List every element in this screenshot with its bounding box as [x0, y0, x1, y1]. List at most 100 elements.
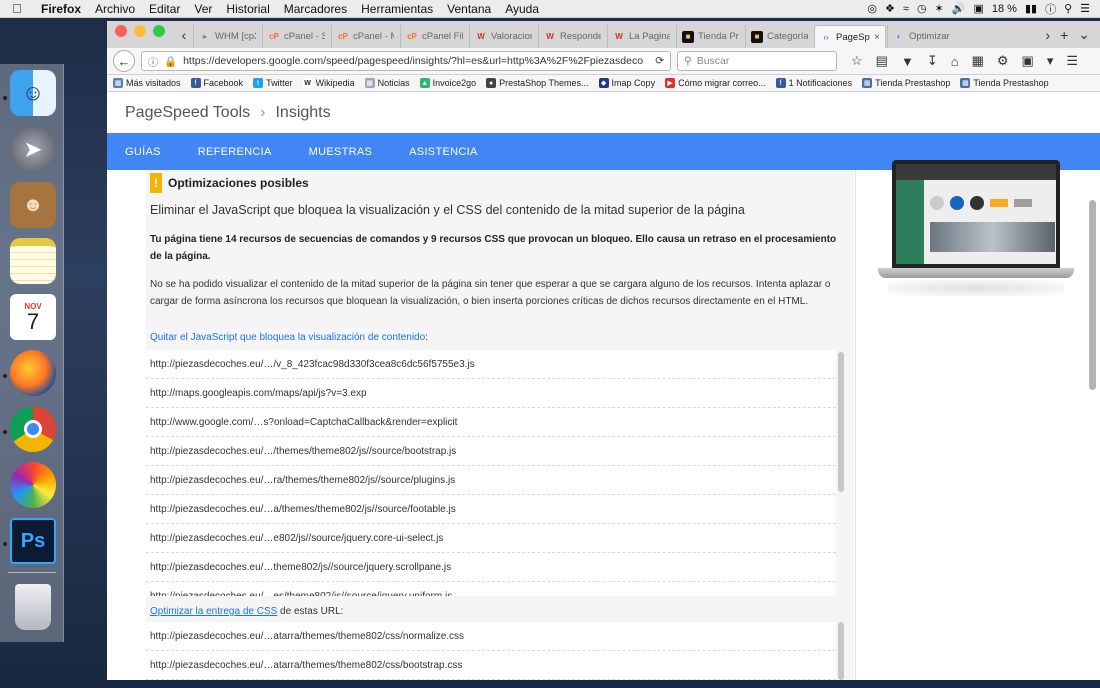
list-item[interactable]: http://piezasdecoches.eu/…ra/themes/them…	[146, 466, 836, 495]
bookmark-mas-visitados[interactable]: ▦ Más visitados	[113, 78, 181, 88]
tab-cpanel-1[interactable]: cPcPanel - Sl	[262, 25, 330, 48]
bookmark-prestashop-themes[interactable]: ● PrestaShop Themes...	[486, 78, 589, 88]
finder-icon[interactable]: ☺	[10, 70, 56, 116]
list-item[interactable]: http://maps.googleapis.com/maps/api/js?v…	[146, 379, 836, 408]
search-placeholder[interactable]: Buscar	[697, 55, 730, 67]
battery-icon[interactable]: ▮▮	[1025, 2, 1037, 15]
optimize-css-link[interactable]: Optimizar la entrega de CSS	[150, 606, 277, 617]
list-item[interactable]: http://piezasdecoches.eu/…theme802/js//s…	[146, 553, 836, 582]
bluetooth-icon[interactable]: ✶	[935, 2, 944, 15]
close-window-button[interactable]	[115, 24, 127, 37]
tab-optimizar[interactable]: ◐ Optimizar	[887, 25, 955, 48]
menu-editar[interactable]: Editar	[142, 2, 187, 16]
bookmark-notificaciones[interactable]: f1 Notificaciones	[775, 78, 852, 88]
bookmark-twitter[interactable]: t Twitter	[253, 78, 293, 88]
tab-la-pagina[interactable]: W La Pagina	[607, 25, 675, 48]
bookmark-invoice2go[interactable]: ▲ Invoice2go	[419, 78, 476, 88]
wifi-icon[interactable]: ≈	[903, 3, 909, 15]
nav-muestras[interactable]: MUESTRAS	[309, 146, 373, 158]
chrome-icon[interactable]	[10, 406, 56, 452]
js-list-scrollbar[interactable]	[838, 350, 844, 596]
back-button[interactable]: ←	[113, 50, 135, 72]
url-text[interactable]: https://developers.google.com/speed/page…	[183, 55, 643, 67]
menu-archivo[interactable]: Archivo	[88, 2, 142, 16]
js-list-scroll-thumb[interactable]	[838, 352, 844, 492]
page-scrollbar-thumb[interactable]	[1089, 200, 1096, 390]
minimize-window-button[interactable]	[134, 24, 146, 37]
css-list-scroll-thumb[interactable]	[838, 622, 844, 680]
nav-asistencia[interactable]: ASISTENCIA	[409, 146, 477, 158]
menu-app-firefox[interactable]: Firefox	[34, 2, 88, 16]
bookmark-tienda-prestashop-1[interactable]: ▦ Tienda Prestashop	[862, 78, 950, 88]
spotlight-icon[interactable]: ⚲	[1064, 2, 1072, 15]
tab-responder[interactable]: WResponder	[538, 25, 606, 48]
css-list-scrollbar[interactable]	[838, 622, 844, 680]
site-info-icon[interactable]: ⓘ	[148, 54, 158, 69]
home-icon[interactable]: ⌂	[951, 54, 959, 69]
list-item[interactable]: http://piezasdecoches.eu/…a/themes/theme…	[146, 495, 836, 524]
tab-valoracion[interactable]: W Valoracion	[469, 25, 537, 48]
extension-2-icon[interactable]: ⚙	[997, 53, 1009, 69]
extension-menu-chevron-icon[interactable]: ▾	[1047, 53, 1054, 69]
menu-herramientas[interactable]: Herramientas	[354, 2, 440, 16]
hamburger-menu-icon[interactable]: ☰	[1066, 53, 1078, 69]
bookmark-tienda-prestashop-2[interactable]: ▦ Tienda Prestashop	[960, 78, 1049, 88]
display-icon[interactable]: ▣	[973, 2, 983, 15]
new-tab-icon[interactable]: +	[1060, 27, 1068, 43]
notification-center-icon[interactable]: ☰	[1080, 2, 1090, 15]
bookmark-wikipedia[interactable]: W Wikipedia	[302, 78, 355, 88]
photos-icon[interactable]	[10, 462, 56, 508]
menu-ayuda[interactable]: Ayuda	[498, 2, 546, 16]
nav-referencia[interactable]: REFERENCIA	[198, 146, 272, 158]
search-bar[interactable]: ⚲ Buscar	[677, 51, 837, 71]
tab-categorias[interactable]: ■Categorías	[745, 25, 813, 48]
menu-ver[interactable]: Ver	[187, 2, 219, 16]
battery-percent[interactable]: 18 %	[992, 3, 1017, 15]
js-url-list[interactable]: http://piezasdecoches.eu/…/v_8_423fcac98…	[146, 350, 836, 596]
tabs-scroll-left-icon[interactable]: ‹	[175, 21, 193, 48]
pocket-icon[interactable]: ▼	[901, 54, 914, 69]
trash-icon[interactable]	[15, 584, 51, 630]
menu-ventana[interactable]: Ventana	[440, 2, 498, 16]
contacts-icon[interactable]: ☻	[10, 182, 56, 228]
download-icon[interactable]: ↧	[927, 53, 938, 69]
url-bar[interactable]: ⓘ 🔒 https://developers.google.com/speed/…	[141, 51, 671, 71]
list-item[interactable]: http://piezasdecoches.eu/…/v_8_423fcac98…	[146, 350, 836, 379]
tab-pagespeed-active[interactable]: ‹› PageSp ×	[814, 25, 886, 48]
time-machine-icon[interactable]: ◷	[917, 2, 927, 15]
apple-menu-icon[interactable]: 	[0, 1, 34, 16]
menu-marcadores[interactable]: Marcadores	[277, 2, 354, 16]
user-icon[interactable]: ⓘ	[1045, 1, 1056, 17]
bookmark-noticias[interactable]: ▦ Noticias	[364, 78, 410, 88]
page-title[interactable]: Insights	[275, 104, 330, 122]
bookmark-facebook[interactable]: f Facebook	[190, 78, 243, 88]
tab-whm[interactable]: ▸ WHM [cp3	[193, 25, 261, 48]
reload-icon[interactable]: ⟳	[655, 55, 664, 67]
list-item[interactable]: http://piezasdecoches.eu/…atarra/themes/…	[146, 622, 836, 651]
calendar-icon[interactable]: NOV 7	[10, 294, 56, 340]
tabs-scroll-right-icon[interactable]: ›	[1045, 27, 1050, 43]
bookmark-migrar-correo[interactable]: ▶ Cómo migrar correo...	[665, 78, 766, 88]
list-item[interactable]: http://piezasdecoches.eu/…/themes/theme8…	[146, 437, 836, 466]
tab-tienda[interactable]: ■Tienda Pre	[676, 25, 744, 48]
remove-blocking-js-link[interactable]: Quitar el JavaScript que bloquea la visu…	[150, 332, 425, 343]
nav-guias[interactable]: GUÍAS	[125, 146, 161, 158]
css-url-list[interactable]: http://piezasdecoches.eu/…atarra/themes/…	[146, 622, 836, 680]
tab-cpanel-3[interactable]: cPcPanel File	[400, 25, 468, 48]
notes-icon[interactable]	[10, 238, 56, 284]
dropbox-icon[interactable]: ❖	[885, 2, 895, 15]
list-item[interactable]: http://piezasdecoches.eu/…es/theme802/js…	[146, 582, 836, 597]
tab-cpanel-2[interactable]: cP cPanel - M	[331, 25, 399, 48]
photoshop-icon[interactable]: Ps	[10, 518, 56, 564]
extension-1-icon[interactable]: ▦	[972, 53, 984, 69]
bookmark-star-icon[interactable]: ☆	[851, 53, 863, 69]
extension-3-icon[interactable]: ▣	[1022, 53, 1034, 69]
site-title[interactable]: PageSpeed Tools	[125, 104, 250, 122]
reading-list-icon[interactable]: ▤	[876, 53, 888, 69]
list-item[interactable]: http://piezasdecoches.eu/…e802/js//sourc…	[146, 524, 836, 553]
bookmark-imap-copy[interactable]: ◆ Imap Copy	[598, 78, 655, 88]
menu-historial[interactable]: Historial	[219, 2, 276, 16]
tab-list-chevron-down-icon[interactable]: ⌄	[1078, 26, 1090, 43]
status-circle-icon[interactable]: ◎	[867, 2, 877, 15]
volume-icon[interactable]: 🔊	[952, 2, 966, 15]
